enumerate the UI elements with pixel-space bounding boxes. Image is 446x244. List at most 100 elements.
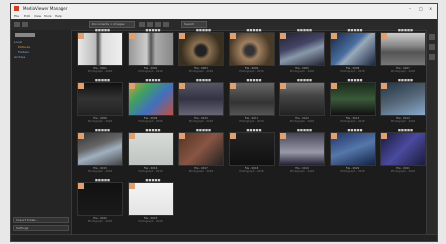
thumbnail-image[interactable] — [279, 82, 325, 116]
thumbnail-item[interactable]: ■■■■■ File - 0011 Photograph - 2018 — [228, 78, 275, 125]
thumbnail-sublabel: Photograph - 2018 — [289, 120, 315, 123]
thumbnail-image[interactable] — [127, 132, 174, 166]
close-icon[interactable]: × — [429, 6, 432, 11]
thumbnail-item[interactable]: ■■■■■ File - 0017 Photograph - 2018 — [178, 128, 224, 175]
sort-icon[interactable] — [155, 22, 161, 27]
filter-icon[interactable] — [163, 22, 169, 27]
thumbnail-item[interactable]: ■■■■■ File - 0009 Photograph - 2018 — [127, 78, 174, 125]
thumbnail-grid: ■■■■■ File - 0001 Photograph - 2018 ■■■■■ Fi… — [77, 28, 426, 240]
forward-icon[interactable] — [22, 22, 28, 27]
sidebar-header — [15, 33, 35, 37]
right-toolbar — [426, 30, 437, 241]
thumbnail-image[interactable] — [228, 132, 275, 166]
menu-help[interactable]: Help — [55, 14, 62, 18]
thumbnail-item[interactable]: ■■■■■ File - 0016 Photograph - 2018 — [127, 128, 174, 175]
thumbnail-sublabel: Photograph - 2018 — [340, 70, 365, 73]
menu-edit[interactable]: Edit — [24, 14, 30, 18]
minimize-icon[interactable]: – — [409, 6, 411, 11]
thumbnail-item[interactable]: ■■■■■ File - 0006 Photograph - 2018 — [329, 28, 376, 75]
thumbnail-sublabel: Photograph - 2018 — [289, 170, 315, 173]
thumbnail-item[interactable]: ■■■■■ File - 0020 Photograph - 2018 — [329, 128, 376, 175]
sidebar-item-local[interactable]: Local — [14, 40, 22, 44]
thumbnail-image[interactable] — [279, 32, 325, 66]
thumbnail-image[interactable] — [380, 82, 426, 116]
thumbnail-sublabel: Photograph - 2018 — [239, 120, 264, 123]
thumbnail-sublabel: Photograph - 2018 — [87, 70, 113, 73]
thumbnail-sublabel: Photograph - 2018 — [188, 170, 214, 173]
share-icon[interactable] — [429, 54, 435, 60]
thumbnail-image[interactable] — [329, 32, 376, 66]
thumbnail-image[interactable] — [228, 82, 275, 116]
thumbnail-item[interactable]: ■■■■■ File - 0003 Photograph - 2018 — [178, 28, 224, 75]
thumbnail-sublabel: Photograph - 2018 — [87, 120, 113, 123]
thumbnail-sublabel: Photograph - 2018 — [138, 220, 163, 223]
thumbnail-sublabel: Photograph - 2018 — [340, 120, 365, 123]
thumbnail-item[interactable]: ■■■■■ File - 0010 Photograph - 2018 — [178, 78, 224, 125]
sidebar: Local Pictures Folders Archive Import fo… — [11, 30, 72, 241]
sidebar-item-archive[interactable]: Archive — [14, 55, 25, 59]
thumbnail-image[interactable] — [77, 82, 123, 116]
thumbnail-item[interactable]: ■■■■■ File - 0008 Photograph - 2018 — [77, 78, 123, 125]
thumbnail-image[interactable] — [127, 82, 174, 116]
search-input[interactable]: Search — [181, 21, 207, 28]
menu-file[interactable]: File — [14, 14, 19, 18]
thumbnail-item[interactable]: ■■■■■ File - 0023 Photograph - 2018 — [127, 178, 174, 225]
thumbnail-item[interactable]: ■■■■■ File - 0018 Photograph - 2018 — [228, 128, 275, 175]
thumbnail-image[interactable] — [77, 32, 123, 66]
thumbnail-item[interactable]: ■■■■■ File - 0007 Photograph - 2018 — [380, 28, 426, 75]
thumbnail-image[interactable] — [329, 132, 376, 166]
thumbnail-image[interactable] — [178, 82, 224, 116]
thumbnail-sublabel: Photograph - 2018 — [289, 70, 315, 73]
list-view-icon[interactable] — [147, 22, 153, 27]
thumbnail-sublabel: Photograph - 2018 — [390, 170, 416, 173]
thumbnail-item[interactable]: ■■■■■ File - 0014 Photograph - 2018 — [380, 78, 426, 125]
thumbnail-item[interactable]: ■■■■■ File - 0015 Photograph - 2018 — [77, 128, 123, 175]
thumbnail-sublabel: Photograph - 2018 — [138, 70, 163, 73]
thumbnail-item[interactable]: ■■■■■ File - 0022 Photograph - 2018 — [77, 178, 123, 225]
thumbnail-item[interactable]: ■■■■■ File - 0005 Photograph - 2018 — [279, 28, 325, 75]
thumbnail-sublabel: Photograph - 2018 — [340, 170, 365, 173]
app-icon — [14, 6, 19, 11]
grid-view-icon[interactable] — [139, 22, 145, 27]
thumbnail-sublabel: Photograph - 2018 — [239, 70, 264, 73]
menu-tools[interactable]: Tools — [44, 14, 51, 18]
back-icon[interactable] — [14, 22, 20, 27]
thumbnail-sublabel: Photograph - 2018 — [138, 120, 163, 123]
thumbnail-image[interactable] — [228, 32, 275, 66]
sidebar-item-pictures[interactable]: Pictures — [18, 45, 30, 49]
thumbnail-sublabel: Photograph - 2018 — [87, 220, 113, 223]
menu-view[interactable]: View — [34, 14, 41, 18]
path-field[interactable]: Documents > Images — [89, 21, 135, 28]
thumbnail-item[interactable]: ■■■■■ File - 0002 Photograph - 2018 — [127, 28, 174, 75]
maximize-icon[interactable]: □ — [419, 6, 423, 11]
thumbnail-item[interactable]: ■■■■■ File - 0004 Photograph - 2018 — [228, 28, 275, 75]
thumbnail-item[interactable]: ■■■■■ File - 0012 Photograph - 2018 — [279, 78, 325, 125]
tag-icon[interactable] — [429, 44, 435, 50]
settings-button[interactable]: Settings — [13, 225, 69, 231]
thumbnail-sublabel: Photograph - 2018 — [188, 120, 214, 123]
thumbnail-item[interactable]: ■■■■■ File - 0001 Photograph - 2018 — [77, 28, 123, 75]
thumbnail-item[interactable]: ■■■■■ File - 0019 Photograph - 2018 — [279, 128, 325, 175]
thumbnail-image[interactable] — [178, 32, 224, 66]
thumbnail-image[interactable] — [380, 132, 426, 166]
title-bar: MediaViewer Manager – □ × — [11, 4, 437, 13]
status-bar — [11, 234, 437, 241]
thumbnail-item[interactable]: ■■■■■ File - 0021 Photograph - 2018 — [380, 128, 426, 175]
thumbnail-image[interactable] — [380, 32, 426, 66]
thumbnail-image[interactable] — [279, 132, 325, 166]
thumbnail-item[interactable]: ■■■■■ File - 0013 Photograph - 2018 — [329, 78, 376, 125]
sidebar-item-folders[interactable]: Folders — [18, 50, 29, 54]
thumbnail-image[interactable] — [127, 32, 174, 66]
toolbar: Documents > Images Search — [11, 19, 437, 31]
info-icon[interactable] — [429, 34, 435, 40]
thumbnail-sublabel: Photograph - 2018 — [87, 170, 113, 173]
thumbnail-image[interactable] — [127, 182, 174, 216]
thumbnail-image[interactable] — [329, 82, 376, 116]
thumbnail-sublabel: Photograph - 2018 — [239, 170, 264, 173]
thumbnail-image[interactable] — [77, 182, 123, 216]
thumbnail-image[interactable] — [77, 132, 123, 166]
import-folder-button[interactable]: Import folder... — [13, 217, 69, 223]
app-window: MediaViewer Manager – □ × File Edit View… — [10, 3, 438, 242]
thumbnail-sublabel: Photograph - 2018 — [188, 70, 214, 73]
thumbnail-image[interactable] — [178, 132, 224, 166]
